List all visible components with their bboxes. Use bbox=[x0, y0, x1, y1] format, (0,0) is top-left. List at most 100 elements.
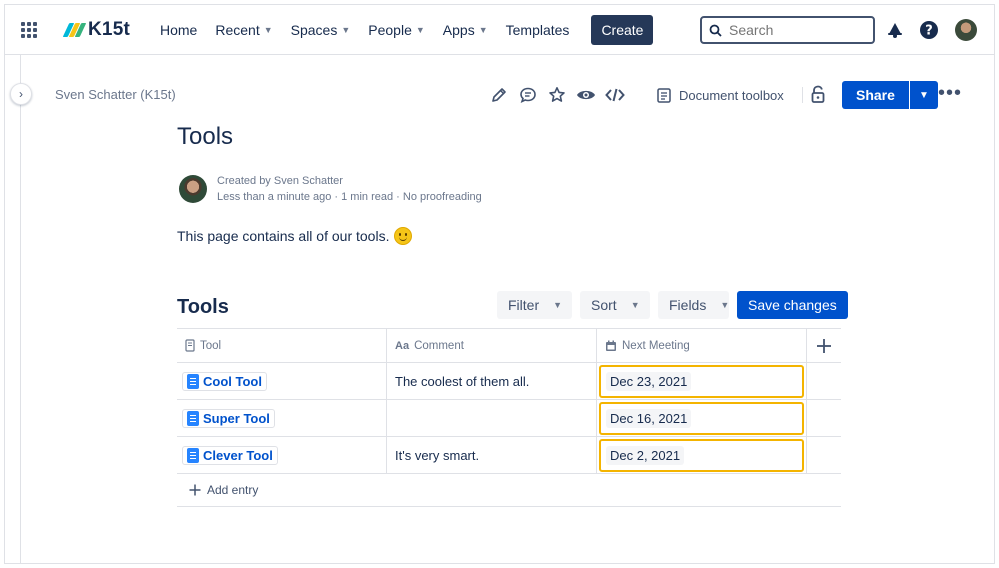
filter-button[interactable]: Filter ▼ bbox=[497, 291, 572, 319]
notifications-icon[interactable] bbox=[885, 20, 905, 40]
page-icon bbox=[187, 447, 199, 463]
nav-spaces[interactable]: Spaces ▼ bbox=[291, 22, 351, 38]
profile-avatar[interactable] bbox=[955, 19, 977, 41]
nav-people-label: People bbox=[368, 22, 412, 38]
nav-recent-label: Recent bbox=[215, 22, 260, 38]
comment-text: The coolest of them all. bbox=[395, 373, 530, 389]
add-entry-label: Add entry bbox=[207, 483, 259, 497]
comment-icon[interactable] bbox=[518, 85, 538, 105]
column-header-comment[interactable]: Aa Comment bbox=[387, 329, 597, 362]
table-row: Clever Tool It's very smart. Dec 2, 2021 bbox=[177, 437, 841, 474]
save-changes-button[interactable]: Save changes bbox=[737, 291, 848, 319]
apps-grid-icon[interactable] bbox=[21, 22, 37, 38]
column-label: Next Meeting bbox=[622, 339, 690, 352]
nav-recent[interactable]: Recent ▼ bbox=[215, 22, 272, 38]
code-icon[interactable] bbox=[605, 85, 625, 105]
document-toolbox-icon bbox=[657, 87, 671, 103]
next-meeting-cell[interactable]: Dec 23, 2021 bbox=[597, 363, 807, 399]
nav-apps-label: Apps bbox=[442, 22, 475, 38]
page-link[interactable]: Cool Tool bbox=[182, 371, 267, 391]
star-icon[interactable] bbox=[547, 85, 567, 105]
sort-button[interactable]: Sort ▼ bbox=[580, 291, 650, 319]
sort-label: Sort bbox=[591, 297, 617, 313]
page-link[interactable]: Clever Tool bbox=[182, 445, 278, 465]
search-icon bbox=[709, 24, 722, 37]
product-logo[interactable]: K15t bbox=[62, 19, 130, 41]
tool-name: Super Tool bbox=[203, 410, 270, 426]
author-avatar[interactable] bbox=[179, 175, 207, 203]
table-header-row: Tool Aa Comment Next Meeting bbox=[177, 328, 841, 363]
nav-spaces-label: Spaces bbox=[290, 22, 338, 38]
page-icon bbox=[187, 410, 199, 426]
database-title: Tools bbox=[177, 296, 229, 318]
expand-sidebar-button[interactable]: › bbox=[10, 83, 32, 105]
tool-name: Cool Tool bbox=[203, 373, 262, 389]
next-meeting-cell[interactable]: Dec 16, 2021 bbox=[597, 400, 807, 436]
help-icon[interactable]: ? bbox=[919, 20, 939, 40]
chevron-down-icon: ▼ bbox=[918, 89, 929, 101]
intro-paragraph: This page contains all of our tools. bbox=[177, 227, 413, 245]
document-toolbox-button[interactable]: Document toolbox bbox=[657, 85, 784, 105]
page-toolbar bbox=[489, 85, 625, 105]
nav-templates[interactable]: Templates bbox=[506, 22, 570, 38]
date-chip: Dec 2, 2021 bbox=[606, 445, 685, 465]
filter-label: Filter bbox=[508, 297, 540, 313]
nav-home-label: Home bbox=[160, 22, 198, 38]
date-chip: Dec 23, 2021 bbox=[606, 371, 692, 391]
comment-cell[interactable] bbox=[387, 400, 597, 436]
watch-icon[interactable] bbox=[576, 85, 596, 105]
share-button-group: Share ▼ bbox=[842, 81, 938, 109]
created-by-text[interactable]: Created by Sven Schatter bbox=[217, 173, 482, 189]
tool-cell[interactable]: Cool Tool bbox=[177, 363, 387, 399]
fields-label: Fields bbox=[669, 297, 707, 313]
date-field[interactable]: Dec 2, 2021 bbox=[599, 438, 804, 472]
tool-cell[interactable]: Clever Tool bbox=[177, 437, 387, 473]
nav-people[interactable]: People ▼ bbox=[368, 22, 425, 38]
comment-cell[interactable]: It's very smart. bbox=[387, 437, 597, 473]
byline-text: Created by Sven Schatter Less than a min… bbox=[217, 173, 482, 205]
page-meta-text: Less than a minute ago · 1 min read · No… bbox=[217, 191, 482, 203]
empty-cell bbox=[807, 437, 841, 473]
more-actions-icon[interactable]: ••• bbox=[938, 83, 962, 103]
smiley-emoji-icon bbox=[394, 227, 413, 245]
date-field[interactable]: Dec 23, 2021 bbox=[599, 364, 804, 398]
next-meeting-cell[interactable]: Dec 2, 2021 bbox=[597, 437, 807, 473]
nav-apps[interactable]: Apps ▼ bbox=[443, 22, 488, 38]
chevron-down-icon: ▼ bbox=[341, 25, 351, 35]
nav-menu: Home Recent ▼ Spaces ▼ People ▼ Apps ▼ Templ… bbox=[160, 5, 654, 55]
plus-icon bbox=[817, 338, 831, 353]
svg-text:?: ? bbox=[925, 24, 933, 39]
search-box[interactable] bbox=[700, 16, 875, 44]
k15t-logo-icon bbox=[62, 23, 87, 37]
breadcrumb[interactable]: Sven Schatter (K15t) bbox=[55, 87, 176, 102]
date-field[interactable]: Dec 16, 2021 bbox=[599, 401, 804, 435]
table-row: Super Tool Dec 16, 2021 bbox=[177, 400, 841, 437]
page-byline: Created by Sven Schatter Less than a min… bbox=[179, 173, 482, 205]
tool-name: Clever Tool bbox=[203, 447, 273, 463]
nav-home[interactable]: Home bbox=[160, 22, 197, 38]
create-button[interactable]: Create bbox=[591, 15, 654, 45]
toolbar-divider bbox=[802, 87, 803, 103]
fields-button[interactable]: Fields ▼ bbox=[658, 291, 729, 319]
edit-icon[interactable] bbox=[489, 85, 509, 105]
add-column-button[interactable] bbox=[807, 329, 841, 362]
page-title: Tools bbox=[177, 123, 234, 150]
column-header-tool[interactable]: Tool bbox=[177, 329, 387, 362]
top-navigation: K15t Home Recent ▼ Spaces ▼ People ▼ Apps ▼ … bbox=[5, 5, 994, 55]
column-header-next-meeting[interactable]: Next Meeting bbox=[597, 329, 807, 362]
empty-cell bbox=[807, 400, 841, 436]
share-options-button[interactable]: ▼ bbox=[909, 81, 938, 109]
column-label: Comment bbox=[414, 339, 464, 352]
share-button[interactable]: Share bbox=[842, 81, 909, 109]
calendar-icon bbox=[606, 340, 616, 351]
database-table: Tool Aa Comment Next Meeting Cool Tool T… bbox=[177, 328, 841, 507]
chevron-right-icon: › bbox=[19, 87, 23, 101]
logo-text: K15t bbox=[88, 19, 130, 40]
add-entry-button[interactable]: Add entry bbox=[177, 474, 841, 507]
unlock-restrictions-icon[interactable] bbox=[810, 85, 828, 108]
comment-cell[interactable]: The coolest of them all. bbox=[387, 363, 597, 399]
tool-cell[interactable]: Super Tool bbox=[177, 400, 387, 436]
page-link[interactable]: Super Tool bbox=[182, 408, 275, 428]
search-input[interactable] bbox=[729, 22, 859, 38]
page-icon bbox=[185, 339, 195, 352]
